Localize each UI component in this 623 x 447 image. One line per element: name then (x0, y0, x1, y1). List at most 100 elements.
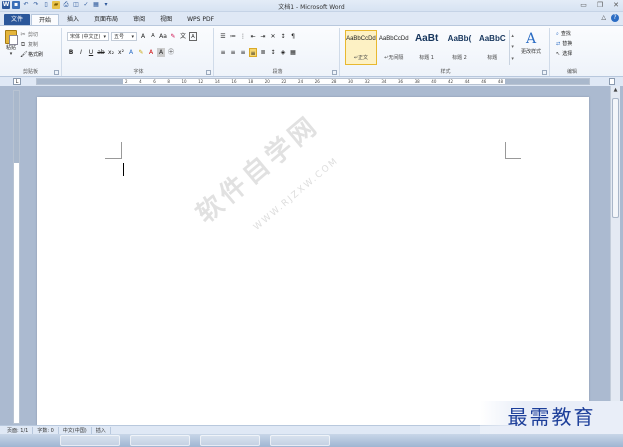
right-margin (505, 79, 589, 84)
change-styles-button[interactable]: A 更改样式 (520, 30, 542, 55)
ruler-number: 10 (181, 79, 187, 84)
line-spacing-icon[interactable]: ↕ (269, 48, 277, 57)
style-normal[interactable]: AaBbCcDd ↵正文 (345, 30, 377, 65)
maximize-icon[interactable]: ❐ (597, 1, 603, 9)
copy-button[interactable]: ⧉ 复制 (20, 41, 38, 48)
format-painter-button[interactable]: 🖌 格式刷 (20, 51, 43, 58)
style-no-spacing[interactable]: AaBbCcDd ↵无间隔 (378, 30, 410, 65)
style-sample: AaBbC (478, 34, 506, 43)
align-left-icon[interactable]: ≡ (219, 48, 227, 57)
collapse-ribbon-icon[interactable]: △ (601, 14, 606, 22)
chevron-down-icon: ▾ (103, 33, 106, 40)
distributed-icon[interactable]: ≣ (259, 48, 267, 57)
char-border-icon[interactable]: A (189, 32, 197, 41)
tab-view[interactable]: 视图 (153, 14, 179, 25)
scissors-icon: ✂ (20, 30, 26, 38)
decrease-indent-icon[interactable]: ⇤ (249, 32, 257, 41)
tab-file[interactable]: 文件 (4, 14, 31, 25)
bullets-icon[interactable]: ☰ (219, 32, 227, 41)
scroll-thumb[interactable] (612, 98, 619, 218)
chevron-up-icon[interactable]: ▴ (510, 33, 515, 39)
underline-icon[interactable]: U (87, 48, 95, 57)
borders-icon[interactable]: ▦ (289, 48, 297, 57)
style-sample: AaBb( (447, 34, 472, 43)
tab-review[interactable]: 审阅 (126, 14, 152, 25)
tab-page-layout[interactable]: 页面布局 (87, 14, 125, 25)
chevron-down-icon: ▾ (9, 51, 13, 57)
taskbar-button[interactable] (200, 435, 260, 446)
font-size-select[interactable]: 五号 ▾ (111, 32, 137, 41)
tab-selector-icon[interactable]: L (13, 78, 21, 85)
find-label: 查找 (560, 31, 571, 37)
highlight-icon[interactable]: ✎ (137, 48, 145, 57)
multilevel-list-icon[interactable]: ⋮ (239, 32, 247, 41)
find-button[interactable]: ⌕ 查找 (556, 30, 571, 38)
style-title[interactable]: AaBbC 标题 (476, 30, 508, 65)
cut-button[interactable]: ✂ 剪切 (20, 31, 38, 38)
font-family-select[interactable]: 宋体 (中文正) ▾ (67, 32, 109, 41)
editing-group-label: 编辑 (566, 69, 577, 75)
font-launcher-icon[interactable] (206, 70, 211, 75)
paste-button[interactable]: 粘贴 ▾ (4, 30, 18, 60)
change-case-icon[interactable]: Aa (159, 32, 167, 41)
ribbon: 粘贴 ▾ ✂ 剪切 ⧉ 复制 🖌 格式刷 剪贴板 宋体 (中文正) ▾ 五号 ▾ A… (0, 25, 623, 77)
scroll-up-icon[interactable]: ▲ (611, 86, 620, 94)
superscript-icon[interactable]: x² (117, 48, 125, 57)
chevron-down-icon[interactable]: ▾ (510, 44, 515, 50)
text-effects-icon[interactable]: A (127, 48, 135, 57)
tab-wps-pdf[interactable]: WPS PDF (180, 14, 221, 25)
justify-icon[interactable]: ≡ (249, 48, 257, 57)
taskbar (0, 434, 623, 447)
styles-scroll[interactable]: ▴ ▾ ▾ (509, 30, 515, 65)
style-heading-2[interactable]: AaBb( 标题 2 (444, 30, 476, 65)
chinese-layout-icon[interactable]: ✕ (269, 32, 277, 41)
shrink-font-icon[interactable]: A (149, 32, 157, 41)
taskbar-button[interactable] (270, 435, 330, 446)
language-status[interactable]: 中文(中国) (59, 426, 92, 434)
style-heading-1[interactable]: AaBt 标题 1 (411, 30, 443, 65)
vertical-scrollbar[interactable]: ▲ ▼ (610, 86, 620, 425)
horizontal-ruler[interactable]: 2 4 6 8 10 12 14 16 18 20 22 24 26 28 30 32 34 36 38 40 42 44… (36, 78, 590, 85)
more-styles-icon[interactable]: ▾ (510, 56, 515, 62)
insert-mode[interactable]: 插入 (92, 426, 111, 434)
styles-launcher-icon[interactable] (542, 70, 547, 75)
bold-icon[interactable]: B (67, 48, 75, 57)
grow-font-icon[interactable]: A (139, 32, 147, 41)
increase-indent-icon[interactable]: ⇥ (259, 32, 267, 41)
tab-home[interactable]: 开始 (31, 14, 60, 25)
numbering-icon[interactable]: ≔ (229, 32, 237, 41)
taskbar-button[interactable] (60, 435, 120, 446)
align-right-icon[interactable]: ≡ (239, 48, 247, 57)
subscript-icon[interactable]: x₂ (107, 48, 115, 57)
char-shading-icon[interactable]: A (157, 48, 165, 57)
view-ruler-icon[interactable] (609, 78, 615, 85)
ruler-number: 22 (281, 79, 287, 84)
help-icon[interactable]: ? (611, 14, 619, 22)
tab-insert[interactable]: 插入 (60, 14, 86, 25)
phonetic-guide-icon[interactable]: 文 (179, 32, 187, 41)
style-sample: AaBt (414, 33, 439, 44)
italic-icon[interactable]: I (77, 48, 85, 57)
paragraph-launcher-icon[interactable] (332, 70, 337, 75)
strikethrough-icon[interactable]: ab (97, 48, 105, 57)
sort-icon[interactable]: ↕ (279, 32, 287, 41)
shading-icon[interactable]: ◈ (279, 48, 287, 57)
ruler-number: 12 (198, 79, 204, 84)
ruler-number: 32 (364, 79, 370, 84)
align-center-icon[interactable]: ≡ (229, 48, 237, 57)
document-page[interactable]: 软件自学网 WWW.RJZXW.COM (37, 97, 589, 427)
styles-group: AaBbCcDd ↵正文 AaBbCcDd ↵无间隔 AaBt 标题 1 AaB… (342, 28, 550, 76)
font-color-icon[interactable]: A (147, 48, 155, 57)
vertical-ruler[interactable] (13, 90, 20, 424)
close-icon[interactable]: ✕ (613, 1, 619, 9)
clipboard-launcher-icon[interactable] (54, 70, 59, 75)
enclose-char-icon[interactable]: ㊉ (167, 48, 175, 57)
taskbar-button[interactable] (130, 435, 190, 446)
replace-button[interactable]: ⇄ 替换 (556, 40, 572, 48)
minimize-icon[interactable]: ▭ (580, 1, 587, 9)
word-count[interactable]: 字数: 0 (33, 426, 59, 434)
clear-format-icon[interactable]: ✎ (169, 32, 177, 41)
select-button[interactable]: ↖ 选择 (556, 50, 572, 58)
page-count[interactable]: 页面: 1/1 (3, 426, 34, 434)
show-marks-icon[interactable]: ¶ (289, 32, 297, 41)
